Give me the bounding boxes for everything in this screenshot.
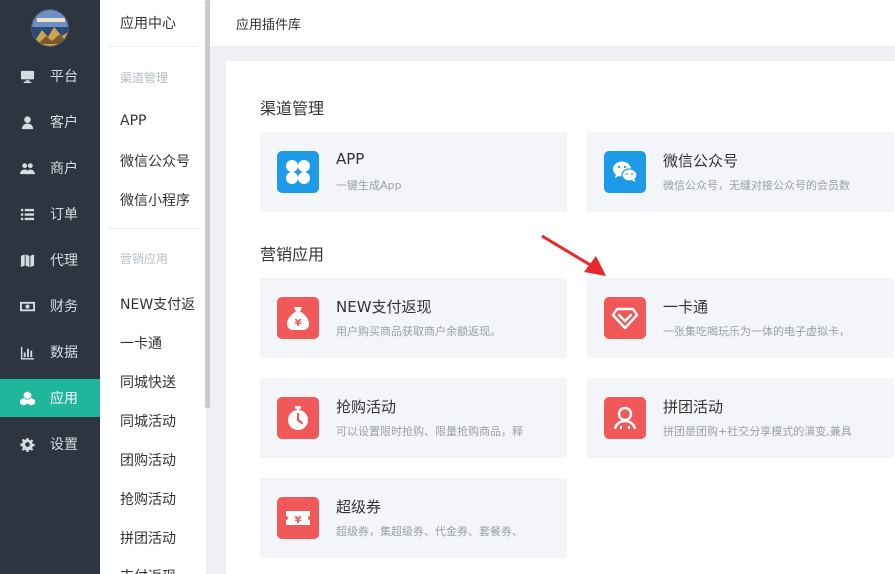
money-bag-icon: ¥ [277, 297, 319, 339]
sub-item-pay-cashback[interactable]: NEW支付返 [120, 294, 195, 314]
nav-item-merchant[interactable]: 商户 [0, 149, 100, 187]
users-icon [19, 160, 35, 176]
card-super-coupon[interactable]: ¥ 超级券 超级券，集超级券、代金券、套餐券、 [260, 478, 567, 558]
nav-item-label: 商户 [50, 161, 78, 177]
card-title: 一卡通 [663, 298, 709, 316]
diamond-icon [604, 297, 646, 339]
sub-group-channel: 渠道管理 [120, 71, 169, 85]
card-title: 拼团活动 [663, 398, 724, 416]
sub-item-card[interactable]: 一卡通 [120, 333, 162, 353]
sub-item-app[interactable]: APP [120, 113, 146, 129]
card-one-card[interactable]: 一卡通 一张集吃喝玩乐为一体的电子虚拟卡， [587, 278, 894, 358]
coupon-icon: ¥ [277, 497, 319, 539]
section-title-marketing: 营销应用 [260, 245, 325, 264]
nav-item-label: 代理 [50, 253, 78, 269]
sub-item-pay-return[interactable]: 支付返现 [120, 566, 176, 574]
nav-item-order[interactable]: 订单 [0, 195, 100, 233]
card-desc: 拼团是团购+社交分享模式的演变,兼具 [663, 425, 852, 438]
sub-sidebar-scrollbar[interactable] [205, 0, 210, 408]
cubes-icon [19, 390, 35, 406]
nav-item-data[interactable]: 数据 [0, 333, 100, 371]
logo [31, 9, 69, 47]
section-title-channel: 渠道管理 [260, 99, 325, 118]
card-desc: 超级券，集超级券、代金券、套餐券、 [336, 525, 523, 538]
breadcrumb: 应用插件库 [236, 18, 302, 33]
nav-item-label: 平台 [50, 69, 78, 85]
nav-item-label: 设置 [50, 437, 78, 453]
nav-item-label: 数据 [50, 345, 78, 361]
card-title: 抢购活动 [336, 398, 397, 416]
card-pay-cashback[interactable]: ¥ NEW支付返现 用户购买商品获取商户余额返现。 [260, 278, 567, 358]
svg-text:¥: ¥ [295, 515, 302, 526]
sub-item-group-buy[interactable]: 团购活动 [120, 450, 176, 470]
sub-item-delivery[interactable]: 同城快送 [120, 372, 176, 392]
sub-group-marketing: 营销应用 [120, 252, 169, 266]
bar-chart-icon [19, 344, 35, 360]
sub-sidebar: 应用中心 渠道管理 APP 微信公众号 微信小程序 营销应用 NEW支付返 一卡… [100, 0, 206, 574]
map-icon [19, 252, 35, 268]
card-desc: 一键生成App [336, 179, 402, 192]
card-app[interactable]: APP 一键生成App [260, 132, 567, 212]
nav-item-label: 客户 [50, 115, 78, 131]
money-icon [19, 298, 35, 314]
sub-sidebar-title: 应用中心 [120, 16, 176, 32]
gear-icon [19, 436, 35, 452]
sub-item-flash-sale[interactable]: 抢购活动 [120, 489, 176, 509]
stopwatch-icon [277, 397, 319, 439]
app-grid-icon [277, 151, 319, 193]
list-icon [19, 206, 35, 222]
nav-item-platform[interactable]: 平台 [0, 57, 100, 95]
card-flash-sale[interactable]: 抢购活动 可以设置限时抢购、限量抢购商品，释 [260, 378, 567, 458]
user-icon [19, 114, 35, 130]
card-wechat-official[interactable]: 微信公众号 微信公众号，无缝对接公众号的会员数 [587, 132, 894, 212]
sub-item-pintuan[interactable]: 拼团活动 [120, 528, 176, 548]
sub-item-wechat-official[interactable]: 微信公众号 [120, 151, 190, 171]
sub-item-city-activity[interactable]: 同城活动 [120, 411, 176, 431]
group-icon [604, 397, 646, 439]
nav-item-apps[interactable]: 应用 [0, 379, 100, 417]
card-title: NEW支付返现 [336, 298, 432, 316]
monitor-icon [19, 68, 35, 84]
card-desc: 微信公众号，无缝对接公众号的会员数 [663, 179, 850, 192]
nav-item-label: 财务 [50, 299, 78, 315]
nav-item-settings[interactable]: 设置 [0, 425, 100, 463]
card-title: 微信公众号 [663, 152, 739, 170]
card-title: 超级券 [336, 498, 382, 516]
nav-item-agent[interactable]: 代理 [0, 241, 100, 279]
card-desc: 可以设置限时抢购、限量抢购商品，释 [336, 425, 523, 438]
divider [108, 46, 198, 47]
top-bar: 应用插件库 [210, 0, 895, 46]
nav-item-customer[interactable]: 客户 [0, 103, 100, 141]
card-title: APP [336, 150, 365, 168]
nav-item-label: 应用 [50, 391, 78, 407]
main-nav: 平台 客户 商户 订单 代理 财务 数据 应用 设置 [0, 0, 100, 574]
card-desc: 一张集吃喝玩乐为一体的电子虚拟卡， [663, 325, 850, 338]
wechat-icon [604, 151, 646, 193]
sub-item-wechat-miniprogram[interactable]: 微信小程序 [120, 190, 190, 210]
card-pintuan[interactable]: 拼团活动 拼团是团购+社交分享模式的演变,兼具 [587, 378, 894, 458]
svg-text:¥: ¥ [295, 318, 302, 329]
card-desc: 用户购买商品获取商户余额返现。 [336, 325, 501, 338]
nav-item-label: 订单 [50, 207, 78, 223]
nav-item-finance[interactable]: 财务 [0, 287, 100, 325]
divider [108, 228, 198, 229]
